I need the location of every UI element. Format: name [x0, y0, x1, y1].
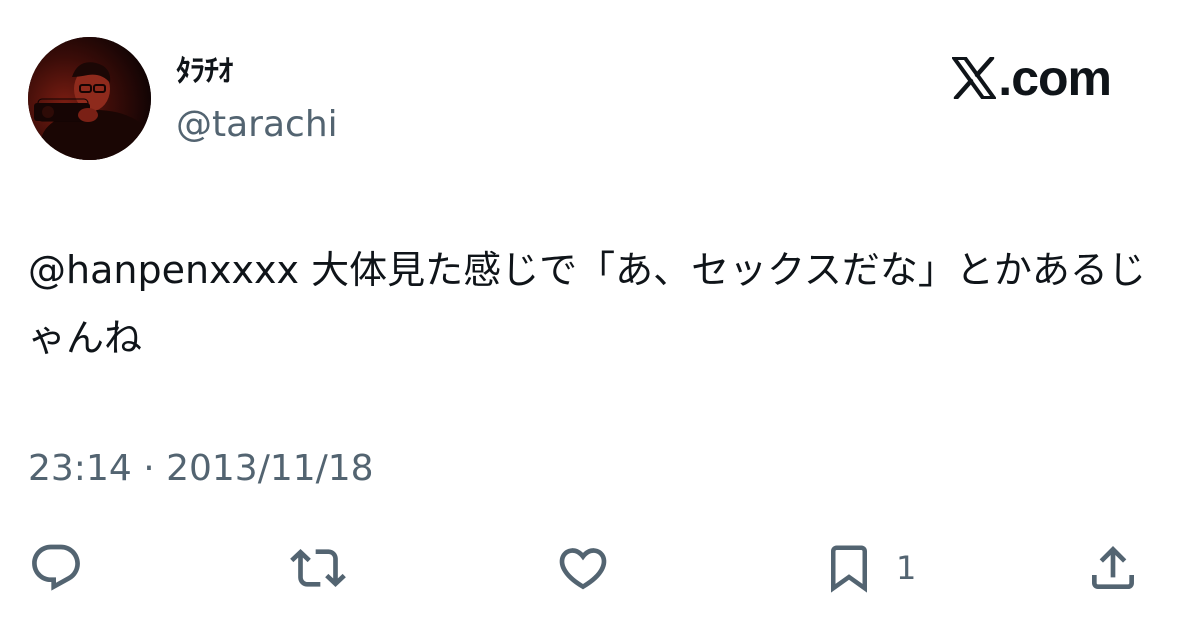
display-name[interactable]: ﾀﾗﾁｵ: [176, 54, 233, 90]
heart-icon: [554, 540, 612, 596]
user-avatar[interactable]: [28, 37, 151, 160]
bookmark-icon: [822, 540, 876, 596]
reply-button[interactable]: [28, 540, 84, 596]
brand-logo: .com: [952, 50, 1112, 106]
bookmark-button[interactable]: 1: [822, 540, 916, 596]
bookmark-count: 1: [896, 549, 917, 587]
retweet-button[interactable]: [288, 540, 348, 596]
tweet-text: @hanpenxxxx 大体見た感じで「あ、セックスだな」とかあるじゃんね: [28, 248, 1146, 360]
share-icon: [1085, 540, 1141, 596]
share-button[interactable]: [1085, 540, 1141, 596]
action-bar: 1: [0, 540, 1179, 596]
retweet-icon: [288, 540, 348, 596]
user-handle[interactable]: @tarachi: [176, 104, 338, 146]
tweet-timestamp[interactable]: 23:14 · 2013/11/18: [28, 448, 374, 490]
like-button[interactable]: [554, 540, 612, 596]
brand-domain-text: .com: [998, 50, 1112, 106]
x-logo-icon: [952, 57, 997, 99]
avatar-photo: [28, 37, 151, 160]
reply-icon: [28, 540, 84, 596]
